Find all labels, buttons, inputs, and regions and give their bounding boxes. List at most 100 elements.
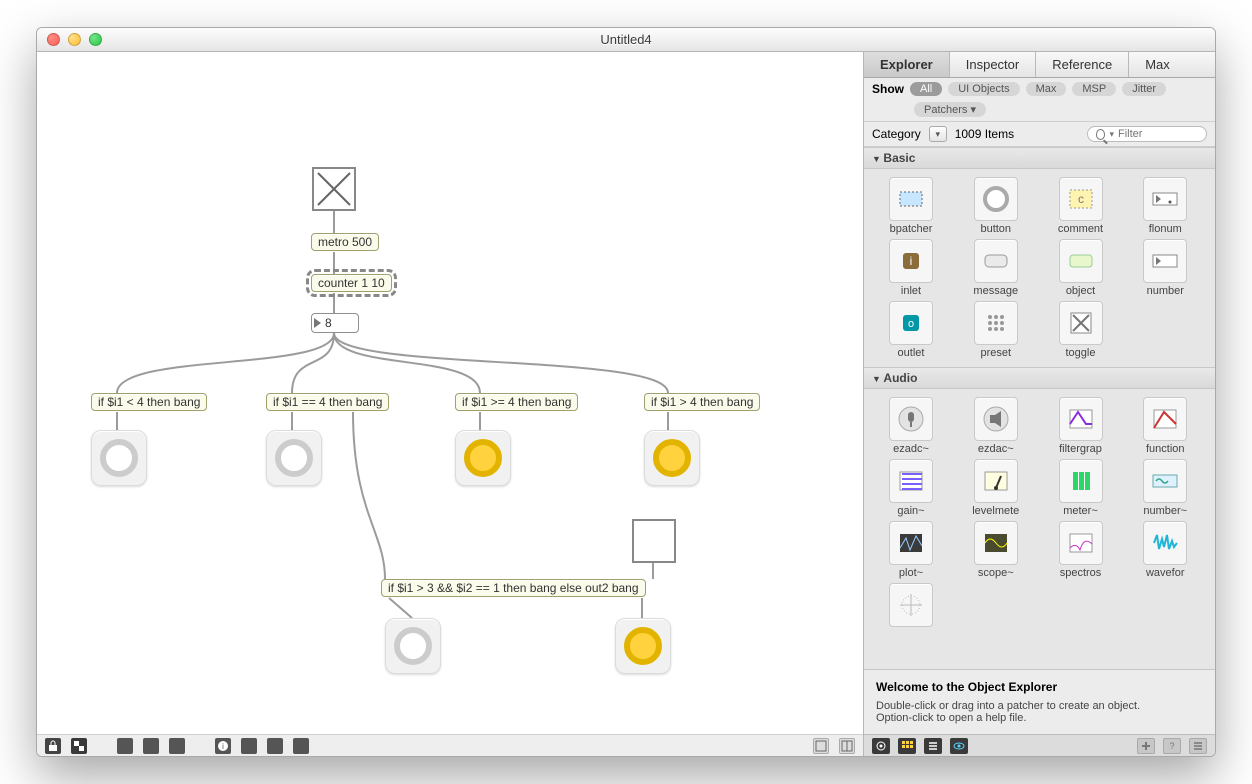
filter-msp[interactable]: MSP	[1072, 82, 1116, 96]
welcome-title: Welcome to the Object Explorer	[876, 680, 1203, 694]
list-view-icon[interactable]	[924, 738, 942, 754]
item-scope[interactable]: scope~	[955, 521, 1037, 579]
svg-text:c: c	[1078, 192, 1084, 206]
filter-row: Show All UI Objects Max MSP Jitter Patch…	[864, 78, 1215, 122]
search-input[interactable]	[1118, 128, 1198, 140]
item-message[interactable]: message	[955, 239, 1037, 297]
tab-inspector[interactable]: Inspector	[950, 52, 1036, 77]
item-levelmeter[interactable]: levelmete	[955, 459, 1037, 517]
presentation-icon[interactable]	[71, 738, 87, 754]
tab-max[interactable]: Max	[1129, 52, 1215, 77]
category-row: Category 1009 Items ▾	[864, 122, 1215, 147]
eye-icon[interactable]	[950, 738, 968, 754]
if-gt4-object[interactable]: if $i1 > 4 then bang	[644, 393, 760, 411]
search-field[interactable]: ▾	[1087, 126, 1207, 142]
bang-lt4[interactable]	[91, 430, 147, 486]
item-number[interactable]: number	[1124, 239, 1206, 297]
item-object[interactable]: object	[1040, 239, 1122, 297]
tab-reference[interactable]: Reference	[1036, 52, 1129, 77]
item-plot[interactable]: plot~	[870, 521, 952, 579]
bang-ge4[interactable]	[455, 430, 511, 486]
side-toolbar: ?	[864, 734, 1215, 756]
bang-eq4[interactable]	[266, 430, 322, 486]
lock-icon[interactable]	[45, 738, 61, 754]
category-dropdown[interactable]	[929, 126, 947, 142]
search-icon	[1096, 129, 1105, 140]
toggle-object[interactable]	[312, 167, 356, 211]
side-panel: Explorer Inspector Reference Max Show Al…	[863, 52, 1215, 756]
info-icon[interactable]: i	[215, 738, 231, 754]
item-waveform[interactable]: wavefor	[1124, 521, 1206, 579]
svg-text:i: i	[910, 254, 913, 268]
item-spectroscope[interactable]: spectros	[1040, 521, 1122, 579]
side-tabs: Explorer Inspector Reference Max	[864, 52, 1215, 78]
window-title: Untitled4	[37, 32, 1215, 47]
bang-combo-out2[interactable]	[615, 618, 671, 674]
svg-text:?: ?	[1169, 741, 1174, 751]
item-meter[interactable]: meter~	[1040, 459, 1122, 517]
if-lt4-object[interactable]: if $i1 < 4 then bang	[91, 393, 207, 411]
filter-uiobjects[interactable]: UI Objects	[948, 82, 1019, 96]
view-1-icon[interactable]	[813, 738, 829, 754]
if-eq4-object[interactable]: if $i1 == 4 then bang	[266, 393, 389, 411]
palette-audio: ezadc~ ezdac~ filtergrap function gain~ …	[864, 389, 1215, 637]
item-extra[interactable]	[870, 583, 952, 629]
section-basic[interactable]: Basic	[864, 147, 1215, 169]
item-numbertilde[interactable]: number~	[1124, 459, 1206, 517]
plus-icon[interactable]	[1137, 738, 1155, 754]
numbox-caret-icon	[314, 318, 321, 328]
item-button[interactable]: button	[955, 177, 1037, 235]
menu-icon[interactable]	[1189, 738, 1207, 754]
toolbar-icon-3[interactable]	[169, 738, 185, 754]
toolbar-icon-5[interactable]	[293, 738, 309, 754]
gear-icon[interactable]	[872, 738, 890, 754]
filter-max[interactable]: Max	[1026, 82, 1067, 96]
patcher-toolbar: i	[37, 734, 863, 756]
filter-jitter[interactable]: Jitter	[1122, 82, 1166, 96]
patcher-canvas[interactable]: metro 500 counter 1 10 8 if $i1 < 4 then…	[37, 52, 863, 756]
grid-icon[interactable]	[267, 738, 283, 754]
metro-object[interactable]: metro 500	[311, 233, 379, 251]
toolbar-icon-1[interactable]	[117, 738, 133, 754]
palette-basic: bpatcher button ccomment flonum iinlet m…	[864, 169, 1215, 367]
item-toggle[interactable]: toggle	[1040, 301, 1122, 359]
show-label: Show	[872, 82, 904, 96]
svg-text:o: o	[908, 318, 914, 330]
item-outlet[interactable]: ooutlet	[870, 301, 952, 359]
item-count: 1009 Items	[955, 127, 1079, 141]
app-window: Untitled4	[36, 27, 1216, 757]
filter-patchers[interactable]: Patchers	[914, 102, 986, 117]
number-box[interactable]: 8	[311, 313, 359, 333]
help-icon[interactable]: ?	[1163, 738, 1181, 754]
if-combo-object[interactable]: if $i1 > 3 && $i2 == 1 then bang else ou…	[381, 579, 646, 597]
section-audio[interactable]: Audio	[864, 367, 1215, 389]
number-value: 8	[325, 316, 332, 330]
bang-combo-out1[interactable]	[385, 618, 441, 674]
item-function[interactable]: function	[1124, 397, 1206, 455]
welcome-line1: Double-click or drag into a patcher to c…	[876, 700, 1203, 712]
item-filtergraph[interactable]: filtergrap	[1040, 397, 1122, 455]
item-inlet[interactable]: iinlet	[870, 239, 952, 297]
view-2-icon[interactable]	[839, 738, 855, 754]
welcome-line2: Option-click to open a help file.	[876, 712, 1203, 724]
svg-text:i: i	[222, 742, 224, 751]
if-ge4-object[interactable]: if $i1 >= 4 then bang	[455, 393, 578, 411]
titlebar[interactable]: Untitled4	[37, 28, 1215, 52]
grid-view-icon[interactable]	[898, 738, 916, 754]
filter-all[interactable]: All	[910, 82, 942, 96]
item-gain[interactable]: gain~	[870, 459, 952, 517]
category-label: Category	[872, 127, 921, 141]
item-ezdac[interactable]: ezdac~	[955, 397, 1037, 455]
tab-explorer[interactable]: Explorer	[864, 52, 950, 77]
counter-object[interactable]: counter 1 10	[311, 274, 392, 292]
item-comment[interactable]: ccomment	[1040, 177, 1122, 235]
item-preset[interactable]: preset	[955, 301, 1037, 359]
toggle-object-2[interactable]	[632, 519, 676, 563]
toolbar-icon-4[interactable]	[241, 738, 257, 754]
item-ezadc[interactable]: ezadc~	[870, 397, 952, 455]
item-bpatcher[interactable]: bpatcher	[870, 177, 952, 235]
bang-gt4[interactable]	[644, 430, 700, 486]
welcome-panel: Welcome to the Object Explorer Double-cl…	[864, 669, 1215, 734]
item-flonum[interactable]: flonum	[1124, 177, 1206, 235]
toolbar-icon-2[interactable]	[143, 738, 159, 754]
